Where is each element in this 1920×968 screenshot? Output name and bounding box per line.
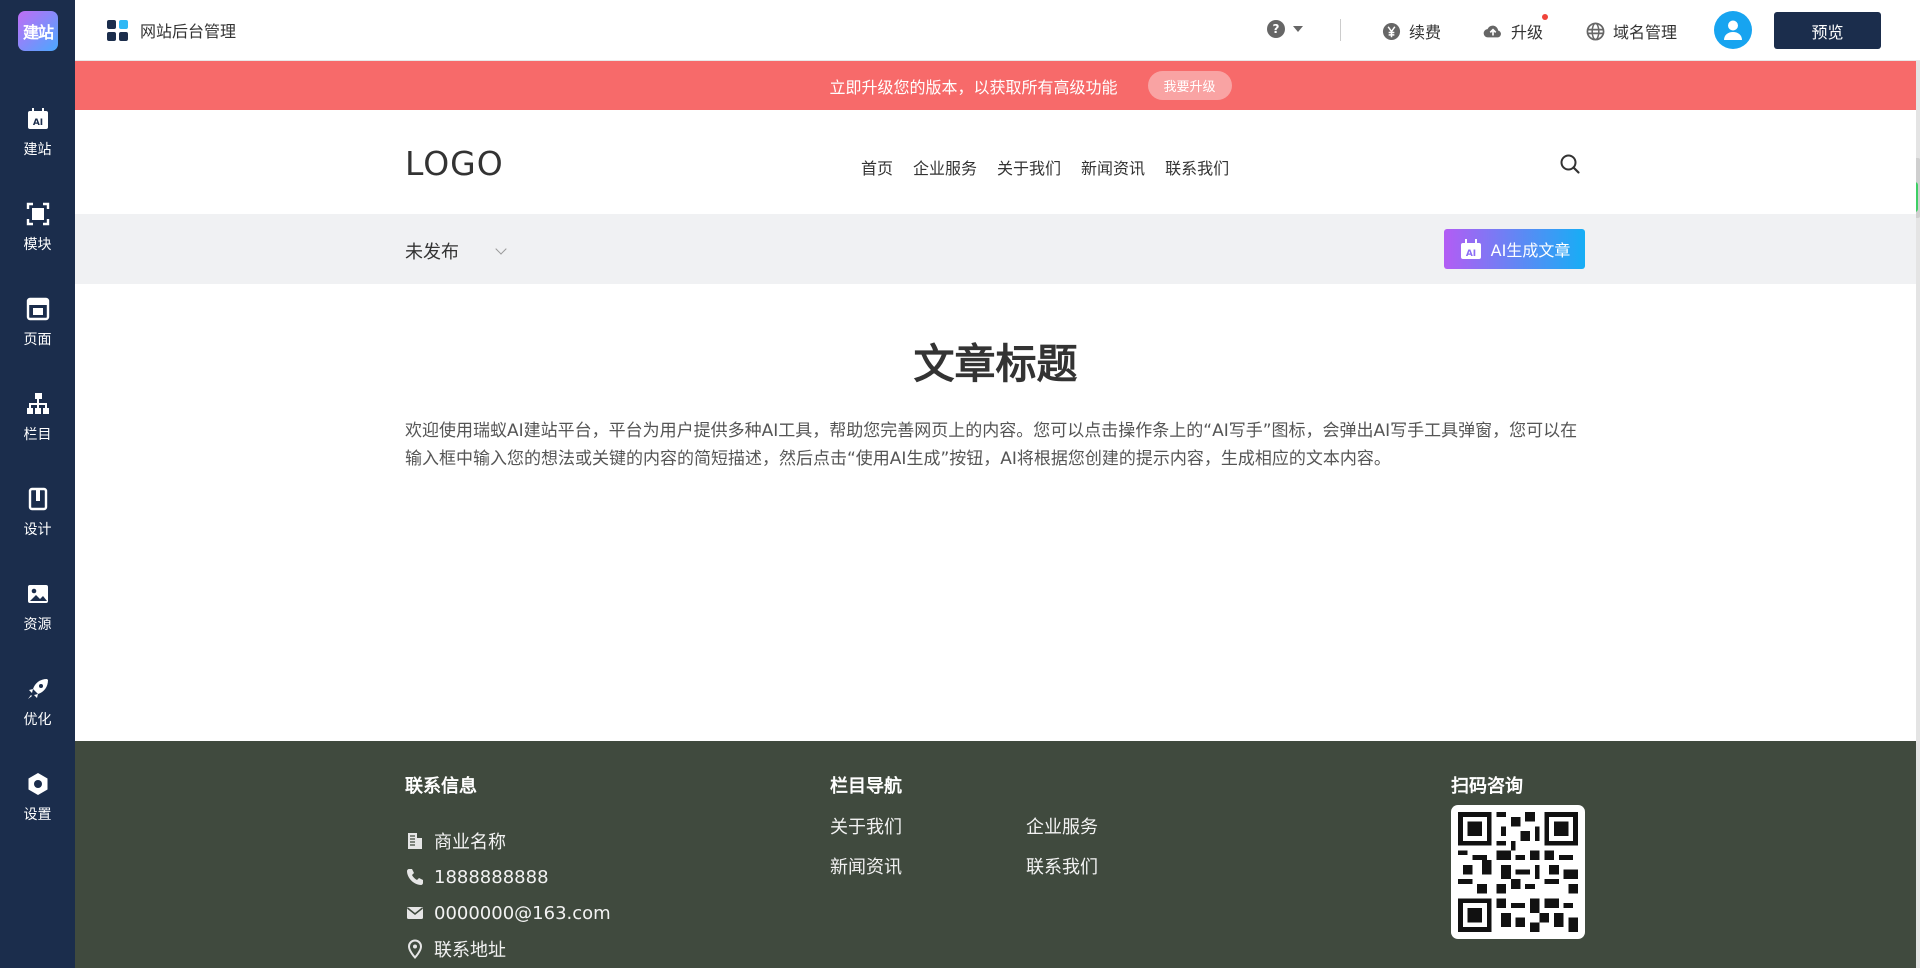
- chevron-down-icon: [495, 243, 507, 255]
- preview-button[interactable]: 预览: [1774, 12, 1881, 49]
- rail-item-design[interactable]: 设计: [0, 480, 75, 560]
- phone-number: 1888888888: [434, 866, 549, 888]
- company-row: 商业名称: [405, 823, 611, 859]
- rail-label: 资源: [23, 617, 52, 633]
- ai-site-icon: AI: [27, 108, 48, 129]
- dashboard-grid-icon: [107, 19, 128, 41]
- site-footer: 联系信息 商业名称 1888888888 0000000@163.com 联系地…: [75, 741, 1916, 968]
- phone-row: 1888888888: [405, 859, 611, 895]
- domain-manage-link[interactable]: 域名管理: [1585, 19, 1677, 43]
- image-resource-icon: [27, 585, 48, 603]
- yen-icon: [1381, 21, 1401, 41]
- domain-manage-label: 域名管理: [1613, 23, 1678, 42]
- footer-nav-about[interactable]: 关于我们: [830, 813, 1026, 839]
- site-nav: 首页 企业服务 关于我们 新闻资讯 联系我们: [861, 155, 1229, 179]
- address-row: 联系地址: [405, 931, 611, 967]
- rail-label: 建站: [23, 142, 52, 158]
- upgrade-banner-text: 立即升级您的版本，以获取所有高级功能: [829, 77, 1118, 97]
- search-icon[interactable]: [1558, 152, 1582, 176]
- divider: [1340, 19, 1341, 41]
- settings-icon: [28, 773, 47, 795]
- user-icon: [1724, 20, 1742, 40]
- qr-code-image: [1458, 812, 1578, 932]
- rail-item-settings[interactable]: 设置: [0, 765, 75, 845]
- column-nav-heading: 栏目导航: [830, 776, 902, 797]
- sitemap-icon: [26, 393, 49, 414]
- notification-dot: [1542, 14, 1548, 20]
- rail-label: 设置: [23, 807, 52, 823]
- ai-robot-icon: AI: [1460, 239, 1481, 259]
- location-pin-icon: [407, 939, 423, 959]
- footer-nav-services[interactable]: 企业服务: [1026, 813, 1126, 839]
- rail-item-optimize[interactable]: 优化: [0, 670, 75, 750]
- rail-label: 栏目: [23, 427, 52, 443]
- help-icon: ?: [1267, 20, 1285, 38]
- article-toolbar: 未发布 AI AI生成文章: [75, 214, 1916, 284]
- ai-generate-article-button[interactable]: AI AI生成文章: [1444, 229, 1585, 269]
- caret-down-icon: [1293, 26, 1303, 32]
- globe-icon: [1585, 21, 1605, 41]
- company-name: 商业名称: [434, 832, 506, 853]
- rail-label: 页面: [23, 332, 52, 348]
- renew-link[interactable]: 续费: [1381, 19, 1441, 43]
- site-header: LOGO 首页 企业服务 关于我们 新闻资讯 联系我们: [75, 110, 1916, 214]
- user-avatar[interactable]: [1714, 11, 1752, 49]
- publish-status-value: 未发布: [405, 242, 459, 263]
- site-nav-news[interactable]: 新闻资讯: [1081, 155, 1145, 179]
- contact-info: 商业名称 1888888888 0000000@163.com 联系地址: [405, 823, 611, 967]
- rail-item-column[interactable]: 栏目: [0, 385, 75, 465]
- footer-nav: 关于我们 企业服务 新闻资讯 联系我们: [830, 813, 1126, 879]
- page-icon: [26, 297, 49, 321]
- phone-icon: [407, 869, 423, 885]
- rail-item-module[interactable]: 模块: [0, 195, 75, 275]
- rail-label: 模块: [23, 237, 52, 253]
- upgrade-now-button[interactable]: 我要升级: [1147, 71, 1232, 100]
- upgrade-link[interactable]: 升级: [1483, 19, 1543, 43]
- svg-text:AI: AI: [1465, 249, 1475, 259]
- article-body[interactable]: 欢迎使用瑞蚁AI建站平台，平台为用户提供多种AI工具，帮助您完善网页上的内容。您…: [405, 417, 1590, 473]
- rail-label: 设计: [23, 522, 52, 538]
- design-icon: [28, 487, 47, 511]
- help-dropdown[interactable]: ?: [1267, 20, 1303, 38]
- top-header: 网站后台管理 ? 续费 升级 域名管理 预览: [75, 0, 1920, 61]
- rocket-icon: [27, 679, 48, 699]
- publish-status-select[interactable]: 未发布: [405, 238, 507, 264]
- footer-nav-contact[interactable]: 联系我们: [1026, 853, 1126, 879]
- building-icon: [408, 833, 422, 849]
- site-nav-home[interactable]: 首页: [861, 155, 893, 179]
- module-icon: [26, 202, 49, 226]
- contact-info-heading: 联系信息: [405, 776, 477, 797]
- app-title: 网站后台管理: [140, 22, 237, 41]
- site-logo[interactable]: LOGO: [405, 144, 504, 183]
- qr-consult-heading: 扫码咨询: [1451, 776, 1523, 797]
- app-brand: 网站后台管理: [107, 18, 236, 42]
- site-nav-about[interactable]: 关于我们: [997, 155, 1061, 179]
- svg-text:AI: AI: [32, 118, 42, 128]
- email-address: 0000000@163.com: [434, 902, 611, 924]
- email-row: 0000000@163.com: [405, 895, 611, 931]
- rail-logo[interactable]: 建站: [18, 11, 58, 51]
- cloud-upload-icon: [1483, 21, 1503, 41]
- mail-icon: [407, 907, 423, 919]
- upgrade-banner: 立即升级您的版本，以获取所有高级功能 我要升级: [75, 61, 1916, 110]
- site-nav-contact[interactable]: 联系我们: [1165, 155, 1229, 179]
- upgrade-label: 升级: [1511, 23, 1544, 42]
- renew-label: 续费: [1409, 23, 1442, 42]
- rail-item-site[interactable]: AI 建站: [0, 100, 75, 180]
- rail-item-resource[interactable]: 资源: [0, 575, 75, 655]
- left-rail: 建站 AI 建站 模块 页面 栏目 设计 资源 优化 设置: [0, 0, 75, 968]
- contact-address: 联系地址: [434, 940, 506, 961]
- ai-generate-label: AI生成文章: [1490, 241, 1571, 260]
- rail-item-page[interactable]: 页面: [0, 290, 75, 370]
- rail-label: 优化: [23, 712, 52, 728]
- qr-code: [1451, 805, 1585, 939]
- site-nav-services[interactable]: 企业服务: [913, 155, 977, 179]
- article-title[interactable]: 文章标题: [75, 330, 1916, 390]
- footer-nav-news[interactable]: 新闻资讯: [830, 853, 1026, 879]
